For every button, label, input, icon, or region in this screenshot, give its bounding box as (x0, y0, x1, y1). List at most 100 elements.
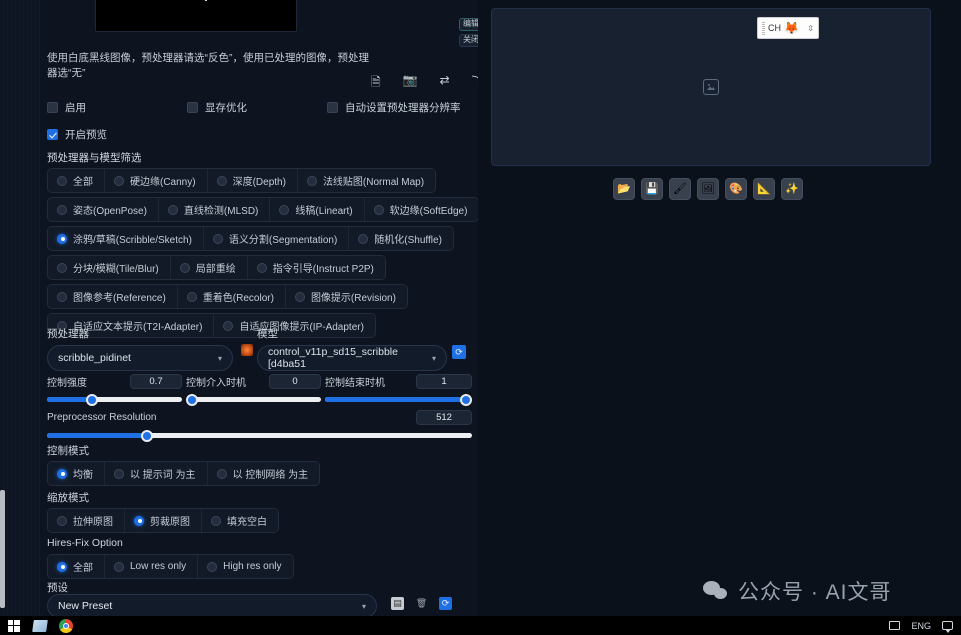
slider-knob[interactable] (141, 430, 153, 442)
file-explorer-icon[interactable] (32, 618, 47, 633)
slider-knob[interactable] (186, 394, 198, 406)
radio (257, 263, 267, 273)
refresh-models-icon[interactable]: ⟳ (452, 345, 466, 359)
chrome-icon[interactable] (58, 618, 73, 633)
image-preview-area (47, 0, 447, 38)
sparkle-icon[interactable]: ✨ (781, 178, 803, 200)
preset-value: New Preset (58, 600, 112, 612)
filter-option-mlsd[interactable]: 直线检测(MLSD) (159, 198, 270, 221)
slider-value[interactable]: 0.7 (130, 374, 182, 389)
radio (180, 263, 190, 273)
edit-image-button[interactable]: 编辑 ⧉ (459, 18, 478, 31)
swap-icon[interactable]: ⇄ (440, 73, 450, 94)
checkbox-label: 显存优化 (205, 100, 247, 115)
slider-track[interactable] (47, 397, 182, 402)
option-label: 剪裁原图 (150, 513, 190, 528)
checkbox-auto-resolution[interactable]: 自动设置预处理器分辨率 (327, 100, 461, 115)
slider-value[interactable]: 512 (416, 410, 472, 425)
keyboard-icon[interactable] (889, 621, 900, 630)
save-icon[interactable]: ▤ (391, 597, 404, 610)
camera-icon[interactable]: 📷 (403, 73, 418, 94)
model-select[interactable]: control_v11p_sd15_scribble [d4ba51 ▾ (257, 345, 447, 371)
slider-track[interactable] (186, 397, 321, 402)
radio (57, 292, 67, 302)
filter-option-inpaint[interactable]: 局部重绘 (171, 256, 248, 279)
watermark-text: 公众号 · AI文哥 (738, 576, 892, 606)
watermark: 公众号 · AI文哥 (703, 576, 892, 606)
slider-knob[interactable] (86, 394, 98, 406)
close-image-button[interactable]: 关闭 (459, 34, 478, 47)
language-indicator[interactable]: ENG (911, 621, 931, 631)
filter-option-depth[interactable]: 深度(Depth) (208, 169, 298, 192)
checkbox-enable[interactable]: 启用 (47, 100, 86, 115)
windows-start-icon[interactable] (6, 618, 21, 633)
ime-floating-bar[interactable]: CH 🦊 ⇳ (757, 17, 819, 39)
filter-option-openpose[interactable]: 姿态(OpenPose) (48, 198, 159, 221)
ime-mode-label[interactable]: CH (768, 23, 781, 33)
filter-option-normalmap[interactable]: 法线贴图(Normal Map) (298, 169, 435, 192)
brush-icon[interactable]: 🖌 (669, 178, 691, 200)
taskbar: ENG (0, 616, 961, 635)
filter-option-canny[interactable]: 硬边缘(Canny) (105, 169, 208, 192)
option-label: 深度(Depth) (233, 173, 286, 188)
radio (307, 176, 317, 186)
preprocessor-select[interactable]: scribble_pidinet ▾ (47, 345, 233, 371)
open-folder-icon[interactable]: 📂 (613, 178, 635, 200)
option-label: 全部 (73, 559, 93, 574)
filter-option-shuffle[interactable]: 随机化(Shuffle) (349, 227, 453, 250)
resize-mode-fill[interactable]: 填充空白 (202, 509, 278, 532)
checkbox-preview[interactable]: 开启预览 (47, 127, 107, 142)
control-mode-prompt[interactable]: 以 提示词 为主 (105, 462, 208, 485)
filter-row-3: 涂鸦/草稿(Scribble/Sketch) 语义分割(Segmentation… (47, 226, 454, 251)
vertical-scrollbar-thumb[interactable] (0, 490, 5, 608)
hires-fix-high-res[interactable]: High res only (198, 555, 292, 578)
hires-fix-all[interactable]: 全部 (48, 555, 105, 578)
slider-track[interactable] (325, 397, 472, 402)
image-output-canvas[interactable] (491, 8, 931, 166)
slider-label: 控制介入时机 (186, 374, 246, 389)
filter-option-tile[interactable]: 分块/模糊(Tile/Blur) (48, 256, 171, 279)
filter-option-recolor[interactable]: 重着色(Recolor) (178, 285, 286, 308)
document-icon[interactable]: 🗎 (371, 73, 381, 94)
option-label: 以 提示词 为主 (130, 466, 196, 481)
resize-mode-stretch[interactable]: 拉伸原图 (48, 509, 125, 532)
radio (57, 176, 67, 186)
control-mode-controlnet[interactable]: 以 控制网络 为主 (208, 462, 320, 485)
slider-track[interactable] (47, 433, 472, 438)
filter-option-scribble[interactable]: 涂鸦/草稿(Scribble/Sketch) (48, 227, 204, 250)
option-label: Low res only (130, 561, 186, 572)
filter-option-all[interactable]: 全部 (48, 169, 105, 192)
notification-icon[interactable] (942, 621, 953, 630)
trash-icon[interactable]: 🗑 (415, 597, 428, 610)
option-label: 填充空白 (227, 513, 267, 528)
filter-option-revision[interactable]: 图像提示(Revision) (286, 285, 407, 308)
palette-icon[interactable]: 🎨 (725, 178, 747, 200)
checkbox-lowvram[interactable]: 显存优化 (187, 100, 247, 115)
filter-option-instructp2p[interactable]: 指令引导(Instruct P2P) (248, 256, 385, 279)
filter-option-softedge[interactable]: 软边缘(SoftEdge) (365, 198, 478, 221)
control-mode-balanced[interactable]: 均衡 (48, 462, 105, 485)
options-row-1: 启用 显存优化 自动设置预处理器分辨率 (47, 100, 472, 116)
save-icon[interactable]: 💾 (641, 178, 663, 200)
scribble-preview-image[interactable] (95, 0, 297, 32)
refresh-icon[interactable]: ⟳ (439, 597, 452, 610)
filter-option-lineart[interactable]: 线稿(Lineart) (270, 198, 364, 221)
checkbox-label: 自动设置预处理器分辨率 (345, 100, 461, 115)
filter-option-reference[interactable]: 图像参考(Reference) (48, 285, 178, 308)
filter-option-segmentation[interactable]: 语义分割(Segmentation) (204, 227, 349, 250)
radio (57, 205, 67, 215)
ime-drag-handle[interactable] (762, 22, 765, 35)
ruler-icon[interactable]: 📐 (753, 178, 775, 200)
resize-mode-crop[interactable]: 剪裁原图 (125, 509, 202, 532)
sogou-icon[interactable]: 🦊 (784, 21, 799, 35)
checkbox-box (47, 102, 58, 113)
preprocessor-filter-groups: 全部 硬边缘(Canny) 深度(Depth) 法线贴图(Normal Map) (47, 168, 472, 342)
hires-fix-low-res[interactable]: Low res only (105, 555, 198, 578)
chevron-down-icon: ▾ (432, 354, 436, 363)
slider-value[interactable]: 1 (416, 374, 472, 389)
updown-icon[interactable]: ⇳ (807, 24, 814, 33)
slider-knob[interactable] (460, 394, 472, 406)
preset-select[interactable]: New Preset ▾ (47, 594, 377, 616)
slider-value[interactable]: 0 (269, 374, 321, 389)
image-icon[interactable]: 🖼 (697, 178, 719, 200)
